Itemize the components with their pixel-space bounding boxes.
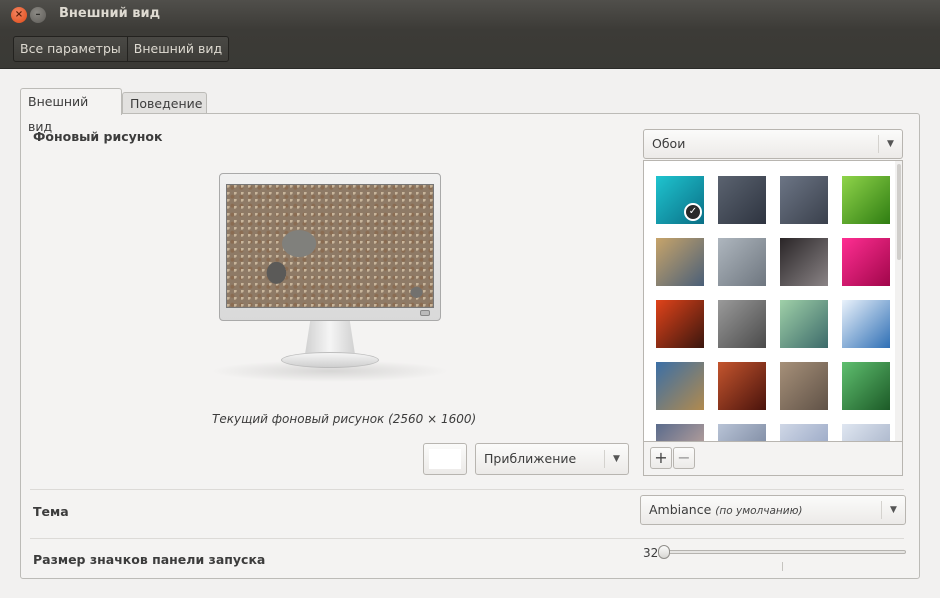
wallpaper-thumb-green-leaf[interactable] xyxy=(842,176,890,224)
wallpaper-thumb-dark-spiral[interactable] xyxy=(718,176,766,224)
theme-label: Тема xyxy=(33,504,69,519)
breadcrumb: Все параметры Внешний вид xyxy=(13,36,230,62)
launcher-size-label: Размер значков панели запуска xyxy=(33,552,266,567)
separator xyxy=(30,538,904,539)
wallpaper-thumb-road-clouds[interactable] xyxy=(656,362,704,410)
monitor-base xyxy=(281,352,379,368)
wallpaper-thumb-water-drops[interactable] xyxy=(718,238,766,286)
slider-tick-mark xyxy=(782,562,783,571)
breadcrumb-all-settings[interactable]: Все параметры xyxy=(14,37,127,61)
launcher-size-slider-handle[interactable] xyxy=(658,545,670,559)
monitor-preview xyxy=(219,173,441,321)
add-wallpaper-button[interactable]: + xyxy=(650,447,672,469)
wallpaper-mode-select[interactable]: Приближение ▼ xyxy=(475,443,629,475)
wallpaper-thumb-dusk-lake[interactable] xyxy=(656,424,704,441)
chevron-down-icon: ▼ xyxy=(604,450,628,468)
selected-check-icon: ✓ xyxy=(684,203,702,221)
wallpaper-caption: Текущий фоновый рисунок (2560 × 1600) xyxy=(212,412,477,426)
wallpaper-thumb-pebbles[interactable] xyxy=(780,362,828,410)
launcher-size-value: 32 xyxy=(643,546,659,560)
chevron-down-icon: ▼ xyxy=(878,135,902,153)
color-swatch xyxy=(429,449,461,469)
wallpaper-thumb-green-glow[interactable] xyxy=(780,300,828,348)
wallpaper-thumb-grey-landscape[interactable] xyxy=(718,424,766,441)
wallpaper-mode-value: Приближение xyxy=(484,451,577,466)
wallpaper-thumb-magenta-fabric[interactable] xyxy=(842,238,890,286)
tab-behavior[interactable]: Поведение xyxy=(122,92,207,114)
toolbar: Все параметры Внешний вид xyxy=(0,30,940,69)
wallpaper-source-value: Обои xyxy=(652,136,686,151)
current-wallpaper-preview xyxy=(226,184,434,308)
gallery-toolbar: + − xyxy=(643,442,903,476)
gallery-scroll-thumb[interactable] xyxy=(897,164,901,260)
wallpaper-thumb-green-radial[interactable] xyxy=(842,362,890,410)
wallpaper-thumb-dark-plant[interactable] xyxy=(780,238,828,286)
theme-value: Ambiance xyxy=(649,502,712,517)
wallpaper-thumb-grey-stones[interactable] xyxy=(718,300,766,348)
wallpaper-thumb-pale-sky[interactable] xyxy=(842,424,890,441)
background-color-button[interactable] xyxy=(423,443,467,475)
theme-select[interactable]: Ambiance (по умолчанию) ▼ xyxy=(640,495,906,525)
wallpaper-thumb-blue-sky[interactable] xyxy=(842,300,890,348)
gallery-scrollbar[interactable] xyxy=(895,161,902,441)
wallpaper-thumb-blue-grey-splash[interactable] xyxy=(780,176,828,224)
chevron-down-icon: ▼ xyxy=(881,501,905,519)
theme-default-hint: (по умолчанию) xyxy=(715,505,803,517)
wallpaper-thumb-canyon[interactable] xyxy=(718,362,766,410)
breadcrumb-appearance[interactable]: Внешний вид xyxy=(126,37,228,61)
background-section-label: Фоновый рисунок xyxy=(33,129,163,144)
wallpaper-thumb-blue-haze[interactable] xyxy=(780,424,828,441)
window-title: Внешний вид xyxy=(59,6,161,21)
wallpaper-gallery[interactable] xyxy=(643,160,903,442)
separator xyxy=(30,489,904,490)
remove-wallpaper-button[interactable]: − xyxy=(673,447,695,469)
title-bar: × – Внешний вид xyxy=(0,0,940,30)
close-window-button[interactable]: × xyxy=(11,7,27,23)
launcher-size-slider[interactable] xyxy=(662,550,906,554)
wallpaper-thumb-grass-stems[interactable] xyxy=(656,238,704,286)
power-indicator-icon xyxy=(420,310,430,316)
minimize-window-button[interactable]: – xyxy=(30,7,46,23)
wallpaper-source-select[interactable]: Обои ▼ xyxy=(643,129,903,159)
tab-appearance[interactable]: Внешний вид xyxy=(20,88,122,134)
wallpaper-thumb-red-berries[interactable] xyxy=(656,300,704,348)
